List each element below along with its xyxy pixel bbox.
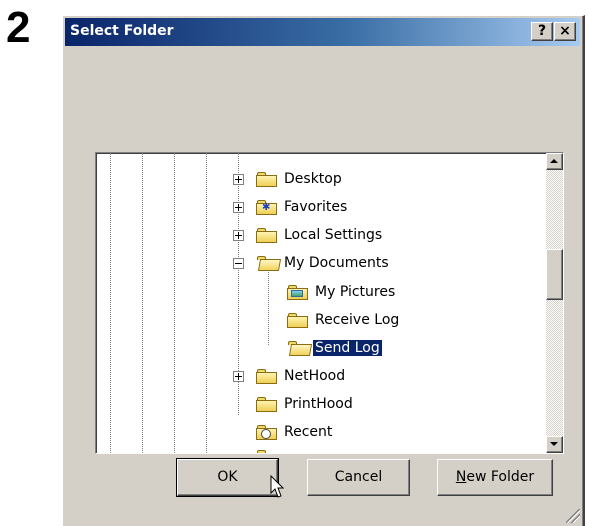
tree-item-nethood[interactable]: NetHood [96, 366, 536, 388]
cancel-button[interactable]: Cancel [307, 459, 410, 496]
tree-item-partial[interactable] [96, 447, 536, 453]
tree-item-my-pictures[interactable]: My Pictures [96, 282, 536, 304]
collapse-icon[interactable] [233, 258, 244, 269]
folder-icon [256, 397, 277, 412]
tree-item-favorites[interactable]: ✱ Favorites [96, 197, 536, 219]
arrow-up-icon [550, 159, 558, 163]
step-number: 2 [6, 3, 31, 52]
tree-item-printhood[interactable]: PrintHood [96, 394, 536, 416]
tree-item-label: My Pictures [315, 284, 396, 300]
tree-item-local-settings[interactable]: Local Settings [96, 225, 536, 247]
tree-item-label: Favorites [284, 199, 348, 215]
close-button[interactable]: × [554, 22, 576, 41]
folder-icon [256, 228, 277, 243]
folder-icon [256, 172, 277, 187]
ok-button[interactable]: OK [176, 458, 279, 497]
tree-item-recent[interactable]: Recent [96, 422, 536, 444]
folder-icon [256, 369, 277, 384]
tree-item-label: NetHood [284, 368, 346, 384]
tree-item-label: Recent [284, 424, 333, 440]
tree-item-label: Local Settings [284, 227, 383, 243]
tree-item-my-documents[interactable]: My Documents [96, 253, 536, 275]
new-folder-button[interactable]: New Folder [437, 459, 553, 496]
select-folder-dialog: Select Folder ? × Desktop ✱ Favorites Lo… [62, 15, 585, 526]
tree-item-label: My Documents [284, 255, 389, 271]
open-folder-icon [256, 256, 282, 271]
help-button[interactable]: ? [531, 22, 553, 41]
resize-grip-icon[interactable] [566, 509, 580, 523]
tree-item-desktop[interactable]: Desktop [96, 169, 536, 191]
scroll-up-button[interactable] [546, 153, 563, 170]
folder-tree[interactable]: Desktop ✱ Favorites Local Settings My Do… [95, 152, 564, 454]
dialog-title: Select Folder [70, 23, 174, 39]
favorites-folder-icon: ✱ [256, 200, 277, 215]
mouse-cursor-icon [270, 475, 284, 498]
tree-item-label: Send Log [312, 339, 383, 357]
title-bar[interactable]: Select Folder ? × [65, 18, 580, 46]
expand-icon[interactable] [233, 202, 244, 213]
open-folder-icon [287, 341, 313, 356]
recent-folder-icon [256, 425, 277, 440]
tree-item-send-log[interactable]: Send Log [96, 338, 536, 360]
scroll-down-button[interactable] [546, 436, 563, 453]
folder-icon [287, 313, 308, 328]
tree-item-label: PrintHood [284, 396, 353, 412]
tree-item-label: Desktop [284, 171, 342, 187]
expand-icon[interactable] [233, 174, 244, 185]
arrow-down-icon [550, 442, 558, 446]
scroll-thumb[interactable] [546, 249, 563, 300]
tree-item-receive-log[interactable]: Receive Log [96, 310, 536, 332]
pictures-folder-icon [287, 285, 308, 300]
expand-icon[interactable] [233, 230, 244, 241]
tree-item-label: Receive Log [315, 312, 400, 328]
new-folder-mnemonic: N [455, 469, 467, 485]
new-folder-label: ew Folder [466, 469, 535, 485]
vertical-scrollbar[interactable] [546, 153, 563, 453]
expand-icon[interactable] [233, 371, 244, 382]
folder-icon [256, 450, 277, 453]
